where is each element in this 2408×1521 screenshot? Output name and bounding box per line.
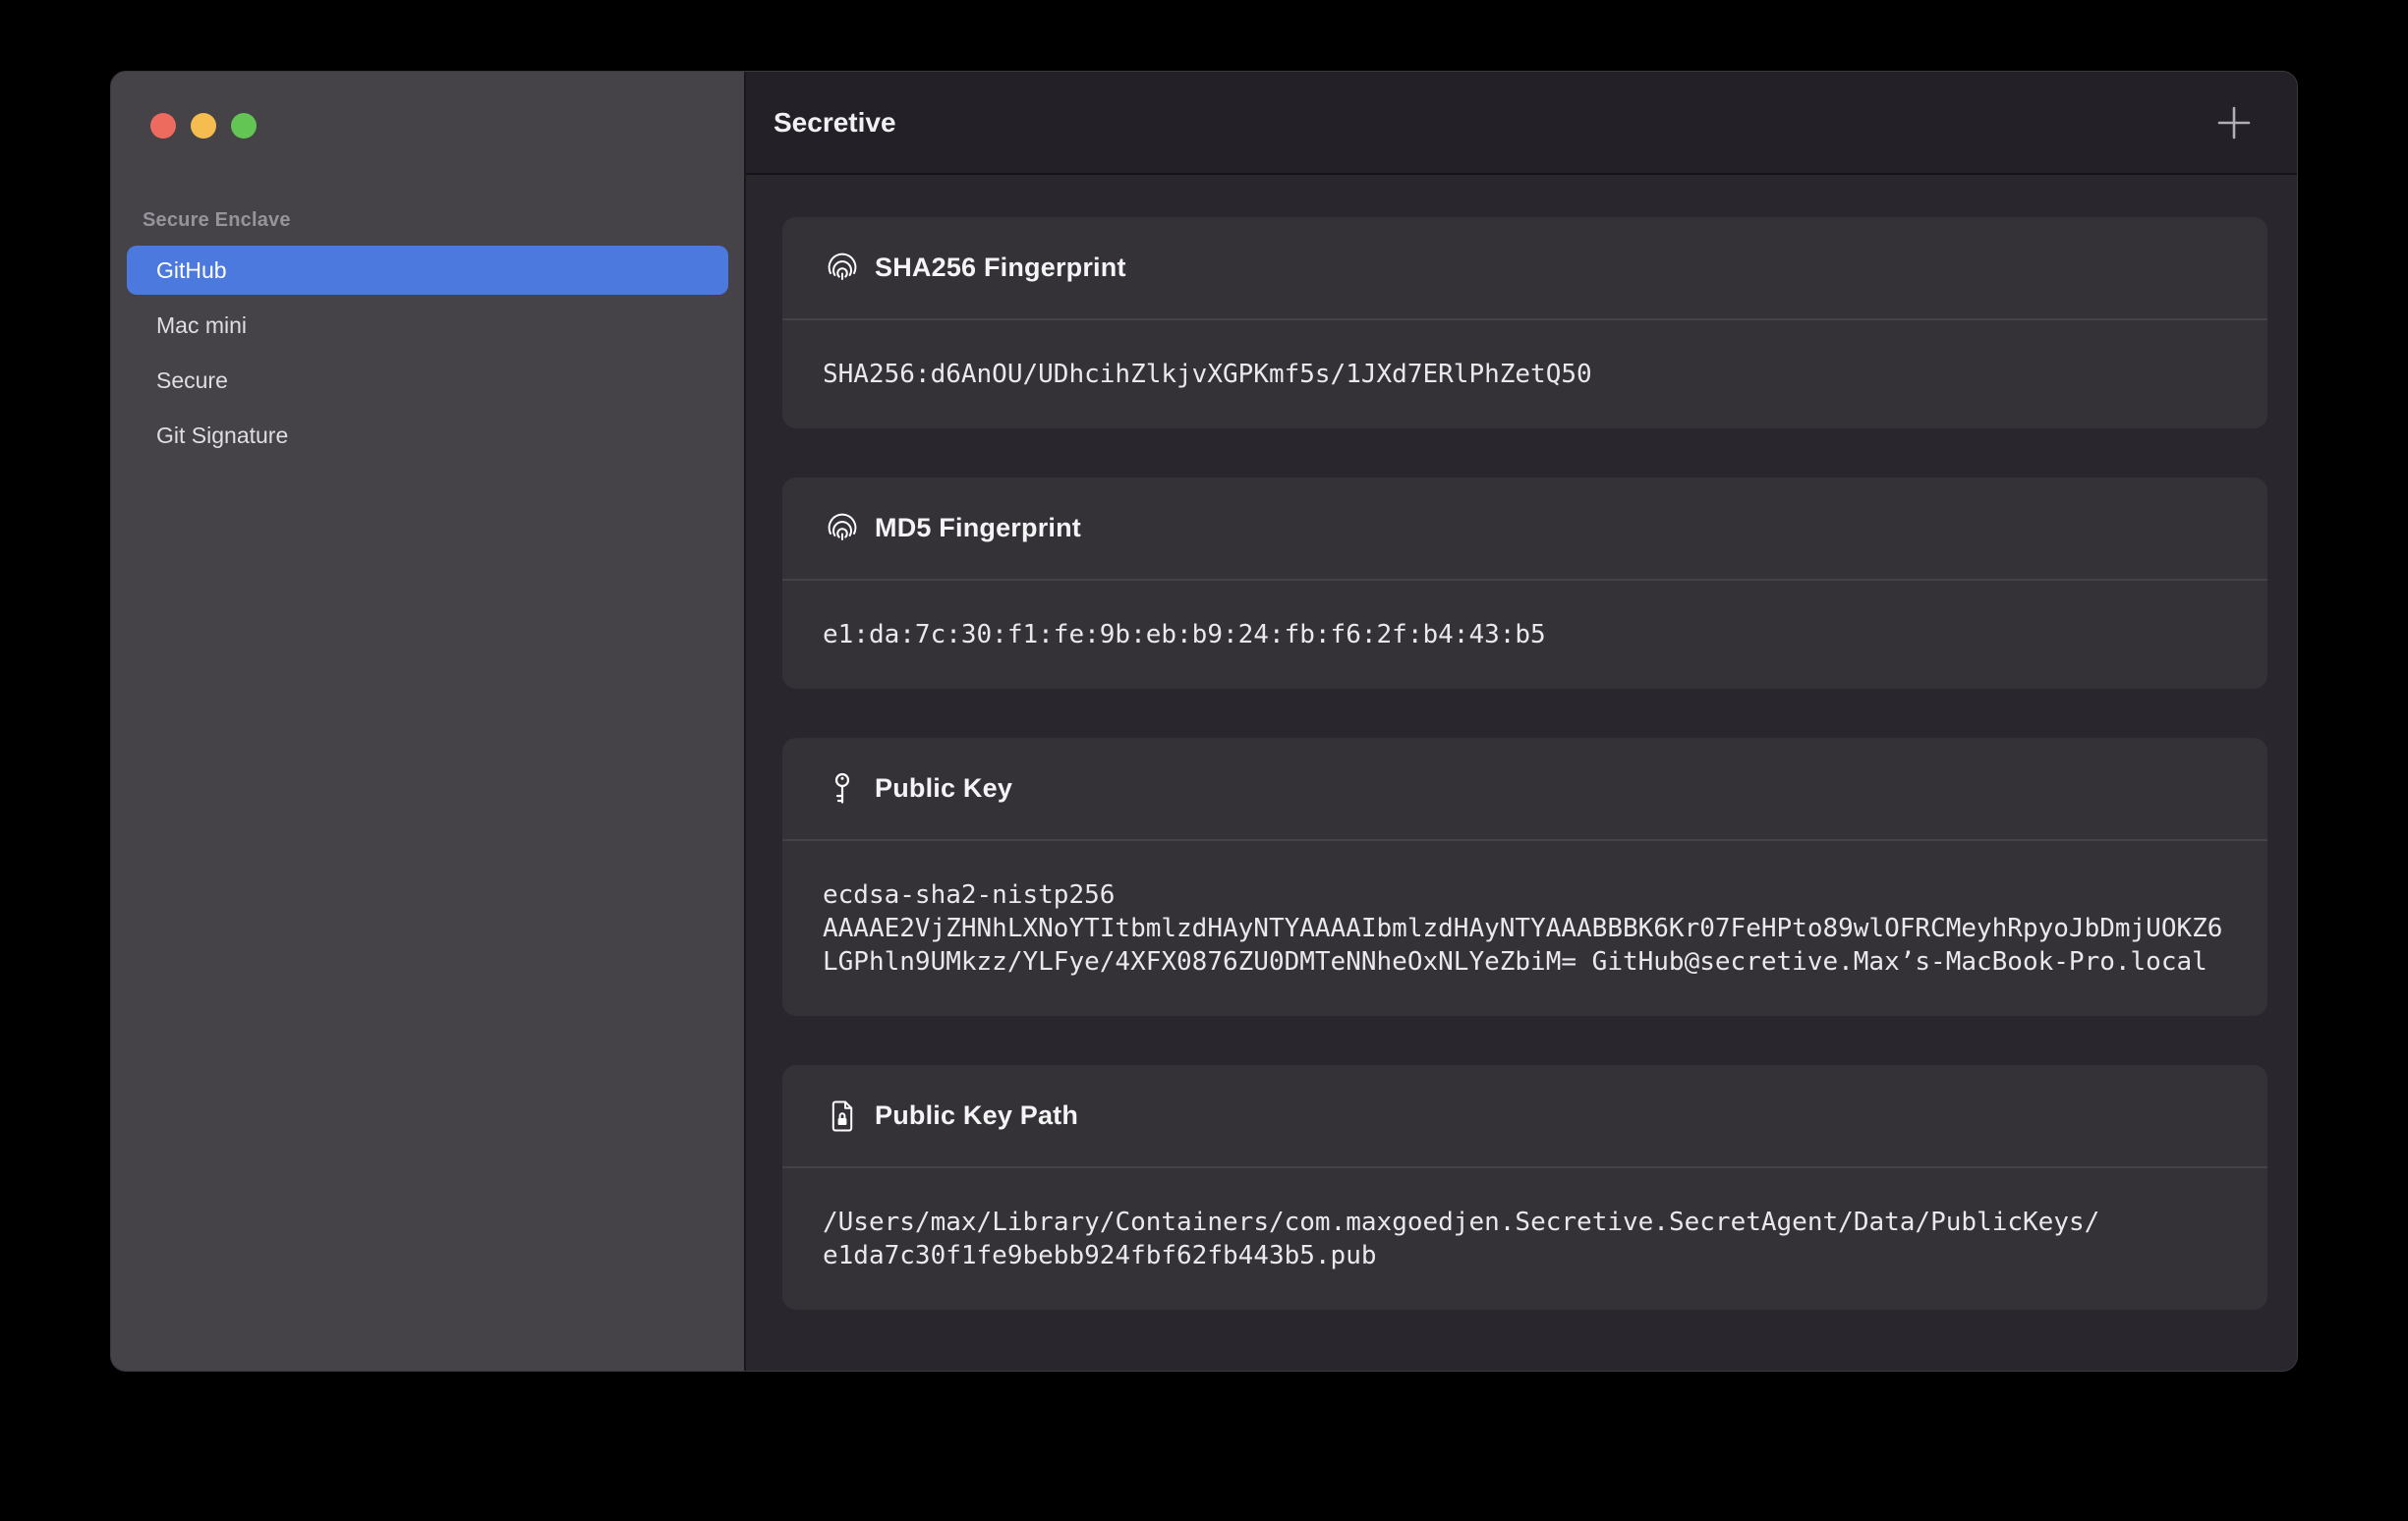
public-key-path-value[interactable]: /Users/max/Library/Containers/com.maxgoe… (782, 1168, 2267, 1310)
sidebar-item-label: Mac mini (156, 312, 247, 339)
sidebar-item-git-signature[interactable]: Git Signature (127, 411, 728, 460)
card-sha256-fingerprint: SHA256 Fingerprint SHA256:d6AnOU/UDhcihZ… (782, 217, 2267, 428)
card-header: Public Key Path (782, 1065, 2267, 1168)
public-key-value[interactable]: ecdsa-sha2-nistp256 AAAAE2VjZHNhLXNoYTIt… (782, 841, 2267, 1016)
card-header: SHA256 Fingerprint (782, 217, 2267, 320)
sidebar-item-label: Git Signature (156, 422, 288, 449)
close-button[interactable] (150, 113, 176, 139)
card-public-key-path: Public Key Path /Users/max/Library/Conta… (782, 1065, 2267, 1310)
card-header: MD5 Fingerprint (782, 478, 2267, 581)
card-title: MD5 Fingerprint (875, 513, 1081, 543)
fingerprint-icon (823, 509, 862, 548)
sidebar-item-label: GitHub (156, 257, 227, 284)
card-public-key: Public Key ecdsa-sha2-nistp256 AAAAE2VjZ… (782, 738, 2267, 1016)
titlebar: Secretive (746, 72, 2297, 175)
sidebar: Secure Enclave GitHub Mac mini Secure Gi… (111, 72, 746, 1371)
card-header: Public Key (782, 738, 2267, 841)
secret-detail: SHA256 Fingerprint SHA256:d6AnOU/UDhcihZ… (746, 175, 2297, 1371)
traffic-lights (111, 113, 744, 139)
card-title: Public Key (875, 773, 1012, 804)
add-secret-button[interactable] (2214, 103, 2254, 142)
plus-icon (2216, 105, 2252, 141)
key-icon (823, 769, 862, 809)
minimize-button[interactable] (191, 113, 216, 139)
card-title: Public Key Path (875, 1100, 1078, 1131)
sha256-fingerprint-value[interactable]: SHA256:d6AnOU/UDhcihZlkjvXGPKmf5s/1JXd7E… (782, 320, 2267, 428)
md5-fingerprint-value[interactable]: e1:da:7c:30:f1:fe:9b:eb:b9:24:fb:f6:2f:b… (782, 581, 2267, 689)
sidebar-section-label: Secure Enclave (143, 209, 744, 232)
doc-lock-icon (823, 1097, 862, 1136)
sidebar-item-github[interactable]: GitHub (127, 246, 728, 295)
fingerprint-icon (823, 249, 862, 288)
sidebar-item-mac-mini[interactable]: Mac mini (127, 301, 728, 350)
page-title: Secretive (774, 107, 896, 139)
secret-list: GitHub Mac mini Secure Git Signature (111, 246, 744, 460)
sidebar-item-secure[interactable]: Secure (127, 356, 728, 405)
sidebar-item-label: Secure (156, 367, 228, 394)
card-title: SHA256 Fingerprint (875, 253, 1126, 283)
zoom-button[interactable] (231, 113, 257, 139)
main-content: Secretive (746, 72, 2297, 1371)
secretive-window: Secure Enclave GitHub Mac mini Secure Gi… (110, 71, 2298, 1372)
card-md5-fingerprint: MD5 Fingerprint e1:da:7c:30:f1:fe:9b:eb:… (782, 478, 2267, 689)
